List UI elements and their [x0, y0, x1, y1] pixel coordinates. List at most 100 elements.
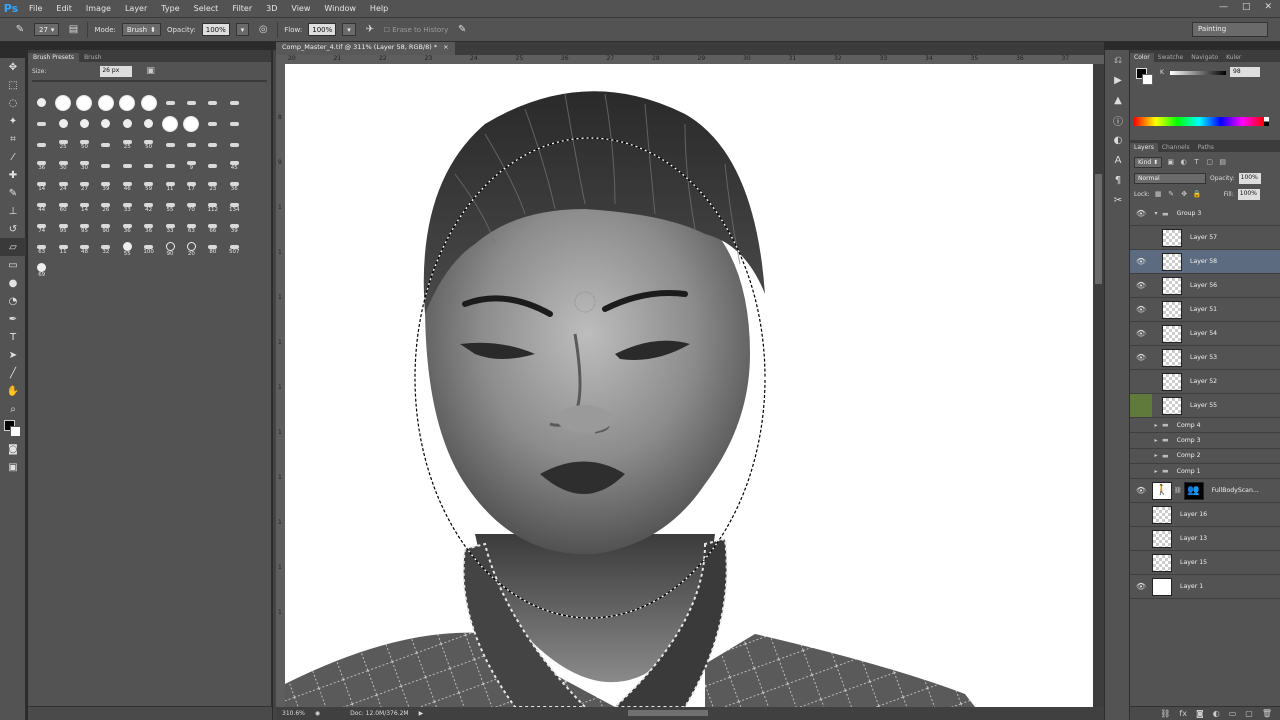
- brush-preset[interactable]: [74, 113, 95, 134]
- brush-preset[interactable]: 17: [181, 176, 202, 197]
- tab-channels[interactable]: Channels: [1158, 143, 1194, 152]
- dodge-tool-icon[interactable]: ◔: [0, 292, 26, 310]
- visibility-eye-icon[interactable]: 👁: [1130, 421, 1152, 430]
- fill-input[interactable]: 100%: [1237, 188, 1260, 200]
- gradient-tool-icon[interactable]: ▭: [0, 256, 26, 274]
- layer-group-row[interactable]: 👁▸▬ Comp 4: [1130, 418, 1280, 434]
- brush-preset[interactable]: [52, 92, 73, 113]
- brush-preset[interactable]: 507: [224, 239, 245, 260]
- brush-preset[interactable]: 24: [52, 176, 73, 197]
- eraser-tool-icon[interactable]: ▱: [0, 238, 26, 256]
- brush-preset[interactable]: 14: [31, 176, 52, 197]
- document-tab[interactable]: Comp_Master_4.tif @ 311% (Layer 58, RGB/…: [276, 42, 455, 55]
- flow-input[interactable]: 100%: [308, 23, 337, 36]
- menu-help[interactable]: Help: [363, 4, 395, 13]
- filter-smart-icon[interactable]: ▤: [1218, 158, 1227, 166]
- visibility-eye-icon[interactable]: 👁: [1130, 394, 1152, 417]
- brush-preset[interactable]: 60: [52, 197, 73, 218]
- brush-preset[interactable]: [138, 113, 159, 134]
- menu-view[interactable]: View: [284, 4, 317, 13]
- brush-size-slider[interactable]: [32, 80, 267, 82]
- mode-dropdown[interactable]: Brush ⬍: [121, 23, 161, 36]
- filter-adjustment-icon[interactable]: ◐: [1179, 158, 1188, 166]
- visibility-eye-icon[interactable]: 👁: [1130, 436, 1152, 445]
- brush-preset[interactable]: 48: [74, 239, 95, 260]
- brush-preset[interactable]: 63: [31, 239, 52, 260]
- brush-preset[interactable]: [159, 134, 180, 155]
- brush-preset[interactable]: 36: [31, 155, 52, 176]
- brush-preset[interactable]: [138, 92, 159, 113]
- tool-presets-icon[interactable]: ✂: [1105, 190, 1131, 210]
- adjustments-icon[interactable]: ◐: [1105, 130, 1131, 150]
- menu-edit[interactable]: Edit: [49, 4, 79, 13]
- group-twirl-icon[interactable]: ▸: [1152, 468, 1160, 475]
- pressure-size-icon[interactable]: ✎: [454, 22, 470, 38]
- brush-preset[interactable]: 50: [138, 134, 159, 155]
- quick-select-tool-icon[interactable]: ✦: [0, 112, 26, 130]
- brush-preset[interactable]: 39: [224, 218, 245, 239]
- brush-preset[interactable]: [181, 92, 202, 113]
- brush-preset[interactable]: [181, 113, 202, 134]
- tab-color[interactable]: Color: [1130, 53, 1154, 62]
- group-twirl-icon[interactable]: ▸: [1152, 452, 1160, 459]
- brush-preset[interactable]: [224, 113, 245, 134]
- histogram-icon[interactable]: ▲: [1105, 90, 1131, 110]
- close-icon[interactable]: ✕: [1264, 2, 1272, 12]
- brush-preset[interactable]: 134: [224, 197, 245, 218]
- visibility-eye-icon[interactable]: 👁: [1130, 329, 1152, 338]
- group-twirl-icon[interactable]: ▸: [1152, 437, 1160, 444]
- history-icon[interactable]: ⎌: [1105, 50, 1131, 70]
- new-group-icon[interactable]: ▭: [1229, 709, 1237, 718]
- lock-transparent-icon[interactable]: ▦: [1154, 190, 1163, 198]
- add-mask-icon[interactable]: ◙: [1196, 709, 1204, 718]
- visibility-eye-icon[interactable]: 👁: [1130, 257, 1152, 266]
- vertical-scrollbar[interactable]: [1093, 64, 1104, 707]
- brush-preset[interactable]: [95, 134, 116, 155]
- layer-row[interactable]: 👁 Layer 53: [1130, 346, 1280, 370]
- workspace-dropdown[interactable]: Painting: [1192, 22, 1268, 37]
- brush-preset[interactable]: 90: [159, 239, 180, 260]
- brush-preset[interactable]: 44: [31, 197, 52, 218]
- layer-row[interactable]: 👁 Layer 55: [1130, 394, 1280, 418]
- black-white-ramp[interactable]: [1264, 117, 1269, 126]
- visibility-eye-icon[interactable]: 👁: [1130, 281, 1152, 290]
- layer-row[interactable]: 👁 Layer 52: [1130, 370, 1280, 394]
- menu-filter[interactable]: Filter: [225, 4, 259, 13]
- new-layer-icon[interactable]: ▢: [1245, 709, 1253, 718]
- minimize-icon[interactable]: —: [1219, 2, 1228, 12]
- vertical-scroll-thumb[interactable]: [1095, 174, 1102, 284]
- layer-row[interactable]: 👁 Layer 54: [1130, 322, 1280, 346]
- layer-mask-thumbnail[interactable]: 👥: [1183, 481, 1204, 500]
- brush-preset[interactable]: 36: [138, 218, 159, 239]
- layer-row[interactable]: 👁 Layer 58: [1130, 250, 1280, 274]
- brush-preset[interactable]: 20: [181, 239, 202, 260]
- filter-type-icon[interactable]: T: [1192, 158, 1201, 166]
- brush-preset[interactable]: [202, 92, 223, 113]
- close-document-icon[interactable]: ×: [443, 43, 448, 54]
- tab-swatches[interactable]: Swatche: [1154, 53, 1188, 62]
- brush-preset[interactable]: [138, 155, 159, 176]
- document-canvas[interactable]: [285, 64, 1093, 707]
- visibility-eye-icon[interactable]: 👁: [1130, 510, 1152, 519]
- brush-preset[interactable]: 59: [138, 176, 159, 197]
- k-channel-input[interactable]: 98: [1230, 67, 1260, 77]
- lock-all-icon[interactable]: 🔒: [1193, 190, 1202, 198]
- menu-3d[interactable]: 3D: [259, 4, 284, 13]
- airbrush-icon[interactable]: ✈: [362, 22, 378, 38]
- zoom-tool-icon[interactable]: ⌕: [0, 400, 26, 418]
- maximize-icon[interactable]: □: [1242, 2, 1251, 12]
- history-brush-tool-icon[interactable]: ↺: [0, 220, 26, 238]
- brush-preset[interactable]: [181, 134, 202, 155]
- brush-preset[interactable]: 112: [202, 197, 223, 218]
- blur-tool-icon[interactable]: ●: [0, 274, 26, 292]
- brush-picker[interactable]: 27 ▾: [34, 23, 60, 36]
- hand-tool-icon[interactable]: ✋: [0, 382, 26, 400]
- brush-preset[interactable]: [117, 92, 138, 113]
- paragraph-icon[interactable]: ¶: [1105, 170, 1131, 190]
- k-channel-slider[interactable]: [1170, 71, 1226, 75]
- brush-preset[interactable]: 74: [31, 218, 52, 239]
- delete-layer-icon[interactable]: 🗑: [1262, 709, 1272, 718]
- brush-preset[interactable]: [74, 92, 95, 113]
- brush-preset[interactable]: 42: [138, 197, 159, 218]
- brush-preset[interactable]: 95: [52, 218, 73, 239]
